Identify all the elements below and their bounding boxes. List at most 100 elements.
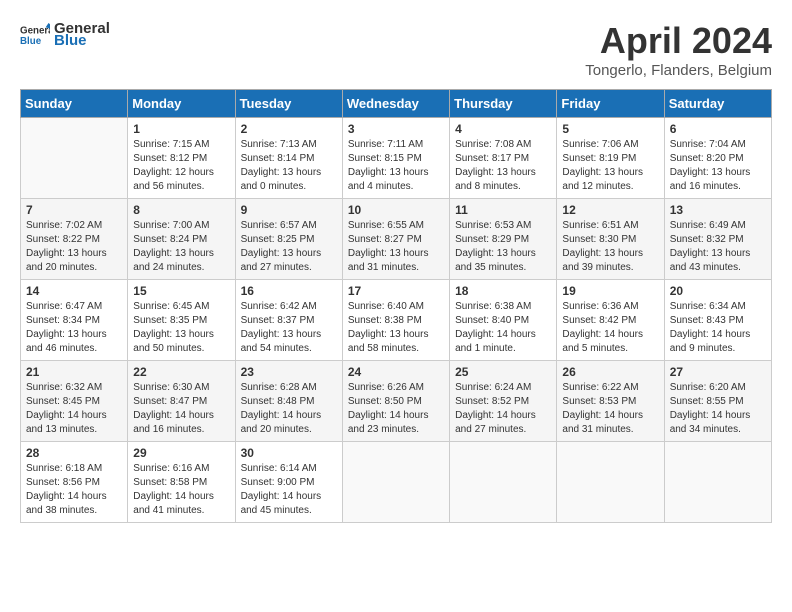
day-cell: 2 Sunrise: 7:13 AM Sunset: 8:14 PM Daylig…	[235, 118, 342, 199]
day-content: Sunrise: 6:47 AM Sunset: 8:34 PM Dayligh…	[26, 300, 122, 356]
day-cell: 30Sunrise: 6:14 AM Sunset: 9:00 PM Dayli…	[235, 442, 342, 523]
day-content: Sunrise: 6:53 AM Sunset: 8:29 PM Dayligh…	[455, 219, 551, 275]
day-cell: 23 Sunrise: 6:28 AM Sunset: 8:48 PM Dayli…	[235, 361, 342, 442]
day-number: 22	[133, 365, 229, 379]
week-row-5: 28 Sunrise: 6:18 AM Sunset: 8:56 PM Dayli…	[21, 442, 772, 523]
day-cell: 11 Sunrise: 6:53 AM Sunset: 8:29 PM Dayli…	[450, 199, 557, 280]
day-cell	[21, 118, 128, 199]
day-number: 21	[26, 365, 122, 379]
day-content: Sunrise: 6:42 AM Sunset: 8:37 PM Dayligh…	[241, 300, 337, 356]
day-content: Sunrise: 6:16 AM Sunset: 8:58 PM Dayligh…	[133, 462, 229, 518]
day-content: Sunrise: 7:02 AM Sunset: 8:22 PM Dayligh…	[26, 219, 122, 275]
day-content: Sunrise: 6:38 AM Sunset: 8:40 PM Dayligh…	[455, 300, 551, 356]
day-number: 12	[562, 203, 658, 217]
day-content: Sunrise: 6:24 AM Sunset: 8:52 PM Dayligh…	[455, 381, 551, 437]
day-number: 20	[670, 284, 766, 298]
header-sunday: Sunday	[21, 90, 128, 118]
logo: General Blue General Blue	[20, 20, 110, 50]
day-cell: 1 Sunrise: 7:15 AM Sunset: 8:12 PM Daylig…	[128, 118, 235, 199]
day-number: 16	[241, 284, 337, 298]
day-number: 18	[455, 284, 551, 298]
day-cell: 17 Sunrise: 6:40 AM Sunset: 8:38 PM Dayli…	[342, 280, 449, 361]
header-thursday: Thursday	[450, 90, 557, 118]
day-content: Sunrise: 7:15 AM Sunset: 8:12 PM Dayligh…	[133, 138, 229, 194]
day-number: 14	[26, 284, 122, 298]
day-cell: 6Sunrise: 7:04 AM Sunset: 8:20 PM Daylig…	[664, 118, 771, 199]
day-number: 10	[348, 203, 444, 217]
day-cell: 4Sunrise: 7:08 AM Sunset: 8:17 PM Daylig…	[450, 118, 557, 199]
day-number: 23	[241, 365, 337, 379]
day-number: 9	[241, 203, 337, 217]
day-content: Sunrise: 6:57 AM Sunset: 8:25 PM Dayligh…	[241, 219, 337, 275]
day-number: 11	[455, 203, 551, 217]
day-number: 3	[348, 122, 444, 136]
day-content: Sunrise: 6:30 AM Sunset: 8:47 PM Dayligh…	[133, 381, 229, 437]
day-number: 17	[348, 284, 444, 298]
location-text: Tongerlo, Flanders, Belgium	[585, 62, 772, 79]
day-cell: 14 Sunrise: 6:47 AM Sunset: 8:34 PM Dayli…	[21, 280, 128, 361]
day-cell: 28 Sunrise: 6:18 AM Sunset: 8:56 PM Dayli…	[21, 442, 128, 523]
day-number: 2	[241, 122, 337, 136]
day-content: Sunrise: 7:00 AM Sunset: 8:24 PM Dayligh…	[133, 219, 229, 275]
day-cell: 20 Sunrise: 6:34 AM Sunset: 8:43 PM Dayli…	[664, 280, 771, 361]
day-number: 28	[26, 446, 122, 460]
day-number: 13	[670, 203, 766, 217]
day-number: 8	[133, 203, 229, 217]
logo-icon: General Blue	[20, 20, 50, 50]
day-cell: 13Sunrise: 6:49 AM Sunset: 8:32 PM Dayli…	[664, 199, 771, 280]
day-content: Sunrise: 6:34 AM Sunset: 8:43 PM Dayligh…	[670, 300, 766, 356]
day-content: Sunrise: 6:55 AM Sunset: 8:27 PM Dayligh…	[348, 219, 444, 275]
day-cell: 18 Sunrise: 6:38 AM Sunset: 8:40 PM Dayli…	[450, 280, 557, 361]
day-number: 4	[455, 122, 551, 136]
svg-text:Blue: Blue	[20, 36, 42, 47]
day-content: Sunrise: 6:51 AM Sunset: 8:30 PM Dayligh…	[562, 219, 658, 275]
header-tuesday: Tuesday	[235, 90, 342, 118]
day-content: Sunrise: 6:22 AM Sunset: 8:53 PM Dayligh…	[562, 381, 658, 437]
week-row-4: 21 Sunrise: 6:32 AM Sunset: 8:45 PM Dayli…	[21, 361, 772, 442]
day-cell: 26Sunrise: 6:22 AM Sunset: 8:53 PM Dayli…	[557, 361, 664, 442]
day-cell: 10 Sunrise: 6:55 AM Sunset: 8:27 PM Dayli…	[342, 199, 449, 280]
header-wednesday: Wednesday	[342, 90, 449, 118]
day-content: Sunrise: 7:11 AM Sunset: 8:15 PM Dayligh…	[348, 138, 444, 194]
day-content: Sunrise: 6:36 AM Sunset: 8:42 PM Dayligh…	[562, 300, 658, 356]
day-content: Sunrise: 6:18 AM Sunset: 8:56 PM Dayligh…	[26, 462, 122, 518]
day-content: Sunrise: 6:40 AM Sunset: 8:38 PM Dayligh…	[348, 300, 444, 356]
day-cell	[342, 442, 449, 523]
day-cell: 16 Sunrise: 6:42 AM Sunset: 8:37 PM Dayli…	[235, 280, 342, 361]
week-row-2: 7Sunrise: 7:02 AM Sunset: 8:22 PM Daylig…	[21, 199, 772, 280]
page-header: General Blue General Blue April 2024 Ton…	[20, 20, 772, 79]
day-cell: 21 Sunrise: 6:32 AM Sunset: 8:45 PM Dayli…	[21, 361, 128, 442]
day-number: 25	[455, 365, 551, 379]
day-content: Sunrise: 6:26 AM Sunset: 8:50 PM Dayligh…	[348, 381, 444, 437]
day-cell: 22 Sunrise: 6:30 AM Sunset: 8:47 PM Dayli…	[128, 361, 235, 442]
day-cell: 5 Sunrise: 7:06 AM Sunset: 8:19 PM Daylig…	[557, 118, 664, 199]
day-content: Sunrise: 6:20 AM Sunset: 8:55 PM Dayligh…	[670, 381, 766, 437]
day-number: 6	[670, 122, 766, 136]
day-content: Sunrise: 6:32 AM Sunset: 8:45 PM Dayligh…	[26, 381, 122, 437]
day-number: 1	[133, 122, 229, 136]
day-cell: 3 Sunrise: 7:11 AM Sunset: 8:15 PM Daylig…	[342, 118, 449, 199]
day-number: 30	[241, 446, 337, 460]
day-number: 29	[133, 446, 229, 460]
day-number: 27	[670, 365, 766, 379]
week-row-1: 1 Sunrise: 7:15 AM Sunset: 8:12 PM Daylig…	[21, 118, 772, 199]
day-number: 19	[562, 284, 658, 298]
day-cell	[557, 442, 664, 523]
day-number: 15	[133, 284, 229, 298]
day-cell	[450, 442, 557, 523]
day-cell: 25 Sunrise: 6:24 AM Sunset: 8:52 PM Dayli…	[450, 361, 557, 442]
day-content: Sunrise: 6:28 AM Sunset: 8:48 PM Dayligh…	[241, 381, 337, 437]
day-cell: 15 Sunrise: 6:45 AM Sunset: 8:35 PM Dayli…	[128, 280, 235, 361]
header-saturday: Saturday	[664, 90, 771, 118]
day-number: 24	[348, 365, 444, 379]
day-content: Sunrise: 7:13 AM Sunset: 8:14 PM Dayligh…	[241, 138, 337, 194]
svg-text:General: General	[20, 26, 50, 37]
day-content: Sunrise: 7:06 AM Sunset: 8:19 PM Dayligh…	[562, 138, 658, 194]
day-number: 5	[562, 122, 658, 136]
day-cell: 12 Sunrise: 6:51 AM Sunset: 8:30 PM Dayli…	[557, 199, 664, 280]
day-content: Sunrise: 6:45 AM Sunset: 8:35 PM Dayligh…	[133, 300, 229, 356]
day-cell: 8 Sunrise: 7:00 AM Sunset: 8:24 PM Daylig…	[128, 199, 235, 280]
header-monday: Monday	[128, 90, 235, 118]
title-block: April 2024 Tongerlo, Flanders, Belgium	[585, 20, 772, 79]
day-cell	[664, 442, 771, 523]
